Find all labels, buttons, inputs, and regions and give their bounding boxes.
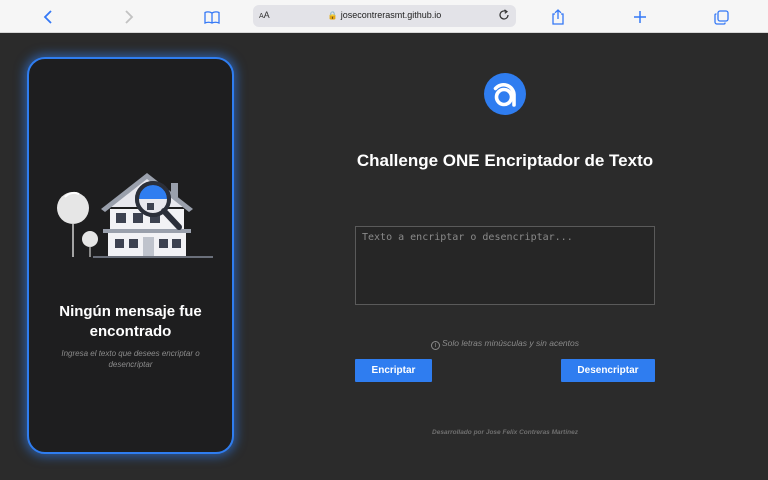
text-to-encrypt-input[interactable] — [355, 226, 655, 305]
share-icon[interactable] — [547, 6, 569, 28]
back-chevron-icon[interactable] — [37, 6, 59, 28]
encrypt-button[interactable]: Encriptar — [355, 359, 432, 382]
reload-icon[interactable] — [498, 8, 510, 26]
info-icon: i — [430, 341, 440, 350]
decrypt-button[interactable]: Desencriptar — [561, 359, 655, 382]
page-title: Challenge ONE Encriptador de Texto — [356, 151, 654, 170]
hint-text: Solo letras minúsculas y sin acentos — [441, 338, 579, 348]
lock-icon: 🔒 — [327, 11, 338, 20]
address-bar[interactable]: AA 🔒 josecontrerasmt.github.io — [253, 5, 516, 27]
bookmarks-book-icon[interactable] — [201, 6, 223, 28]
new-tab-plus-icon[interactable] — [629, 6, 651, 28]
tabs-overview-icon[interactable] — [710, 6, 732, 28]
result-subtitle: Ingresa el texto que desees encriptar o … — [61, 349, 200, 369]
browser-toolbar: AA 🔒 josecontrerasmt.github.io — [0, 0, 768, 33]
footer-credit: Desarrollado por Jose Felix Contreras Ma… — [432, 429, 578, 436]
page-content: Ningún mensaje fue encontrado Ingresa el… — [0, 33, 768, 480]
url-text: 🔒 josecontrerasmt.github.io — [327, 10, 442, 20]
forward-chevron-icon[interactable] — [118, 6, 140, 28]
alura-logo-icon — [484, 73, 526, 115]
empty-house-search-illustration — [57, 173, 213, 258]
result-title: Ningún mensaje fue encontrado — [59, 303, 202, 340]
result-panel: Ningún mensaje fue encontrado Ingresa el… — [27, 57, 234, 454]
input-hint: i Solo letras minúsculas y sin acentos — [355, 338, 655, 350]
